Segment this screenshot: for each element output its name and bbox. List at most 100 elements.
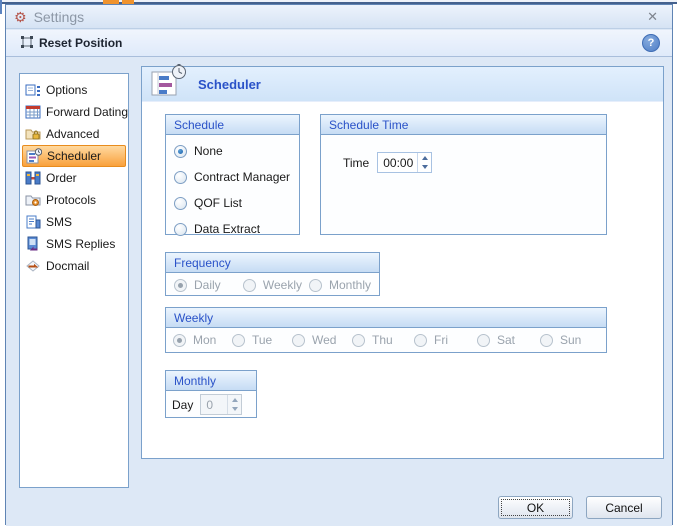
monthly-group: Monthly Day 0	[165, 370, 257, 418]
radio-label: Mon	[193, 333, 216, 347]
help-icon[interactable]: ?	[642, 34, 660, 52]
radio-button	[174, 145, 187, 158]
radio-label: Sat	[497, 333, 515, 347]
radio-label: Weekly	[263, 278, 302, 292]
sidebar-item-label: Scheduler	[47, 149, 101, 163]
background-edge	[0, 0, 2, 14]
radio-button	[292, 334, 305, 347]
time-label: Time	[343, 156, 369, 170]
sidebar-item-order[interactable]: Order	[22, 167, 126, 189]
sidebar-item-sms-replies[interactable]: SMS Replies	[22, 233, 126, 255]
radio-label: Daily	[194, 278, 221, 292]
schedule-group-header: Schedule	[166, 115, 299, 135]
scheduler-icon	[26, 148, 42, 164]
day-label: Day	[172, 398, 193, 412]
radio-label: Contract Manager	[194, 170, 290, 184]
frequency-group: Frequency Daily Weekly Monthly	[165, 252, 380, 296]
sidebar-item-label: Protocols	[46, 193, 96, 207]
sidebar-item-sms[interactable]: SMS	[22, 211, 126, 233]
settings-gear-icon: ⚙	[14, 10, 27, 24]
sms-replies-icon	[25, 236, 41, 252]
sidebar-item-advanced[interactable]: Advanced	[22, 123, 126, 145]
frequency-group-header: Frequency	[166, 253, 379, 273]
window-title: Settings	[34, 9, 642, 25]
settings-dialog: ⚙ Settings ✕ Reset Position ?	[5, 4, 673, 525]
scheduler-header-icon	[150, 64, 188, 101]
radio-label: Thu	[372, 333, 393, 347]
panel-title: Scheduler	[198, 77, 261, 92]
day-spin-up	[228, 395, 241, 405]
time-spin-up[interactable]	[418, 153, 431, 163]
sidebar-item-docmail[interactable]: Docmail	[22, 255, 126, 277]
sidebar-item-options[interactable]: Options	[22, 79, 126, 101]
close-icon[interactable]: ✕	[641, 9, 664, 25]
sms-icon	[25, 214, 41, 230]
radio-daily[interactable]: Daily	[174, 278, 243, 292]
day-value: 0	[201, 395, 227, 414]
day-spinner: 0	[200, 394, 242, 415]
radio-button	[174, 171, 187, 184]
radio-fri[interactable]: Fri	[414, 333, 448, 347]
radio-button	[540, 334, 553, 347]
radio-button	[173, 334, 186, 347]
sidebar-item-protocols[interactable]: Protocols	[22, 189, 126, 211]
radio-label: Fri	[434, 333, 448, 347]
radio-label: Data Extract	[194, 222, 260, 236]
monthly-group-header: Monthly	[166, 371, 256, 391]
radio-thu[interactable]: Thu	[352, 333, 393, 347]
radio-button	[174, 223, 187, 236]
radio-button	[174, 279, 187, 292]
radio-qof-list[interactable]: QOF List	[174, 196, 291, 210]
cancel-button[interactable]: Cancel	[586, 496, 662, 519]
sidebar: Options Forward Dating	[19, 73, 129, 488]
sidebar-item-label: Advanced	[46, 127, 99, 141]
radio-sat[interactable]: Sat	[477, 333, 515, 347]
radio-wed[interactable]: Wed	[292, 333, 336, 347]
panel-header: Scheduler	[142, 67, 663, 102]
title-bar: ⚙ Settings ✕	[6, 5, 672, 29]
sidebar-item-label: Docmail	[46, 259, 89, 273]
schedule-time-group: Schedule Time Time 00:00	[320, 114, 607, 235]
ok-button[interactable]: OK	[498, 496, 573, 519]
radio-monthly[interactable]: Monthly	[309, 278, 371, 292]
weekly-group-header: Weekly	[166, 308, 606, 328]
scheduler-panel: Scheduler Schedule None Contract Manager	[141, 66, 664, 459]
radio-label: Tue	[252, 333, 272, 347]
radio-label: Wed	[312, 333, 336, 347]
radio-button	[414, 334, 427, 347]
sidebar-item-label: Options	[46, 83, 87, 97]
radio-label: Sun	[560, 333, 581, 347]
radio-button	[174, 197, 187, 210]
time-spinner[interactable]: 00:00	[377, 152, 432, 173]
sidebar-item-label: Forward Dating	[46, 105, 128, 119]
schedule-time-group-header: Schedule Time	[321, 115, 606, 135]
options-icon	[25, 82, 41, 98]
weekly-group: Weekly Mon Tue Wed	[165, 307, 607, 353]
radio-button	[232, 334, 245, 347]
sidebar-item-label: SMS Replies	[46, 237, 115, 251]
folder-gear-icon	[25, 192, 41, 208]
sidebar-item-label: Order	[46, 171, 77, 185]
calendar-icon	[25, 104, 41, 120]
reset-position-label: Reset Position	[39, 36, 122, 50]
radio-data-extract[interactable]: Data Extract	[174, 222, 291, 236]
reset-position-button[interactable]: Reset Position	[14, 33, 128, 54]
radio-label: Monthly	[329, 278, 371, 292]
reset-position-icon	[20, 35, 34, 52]
radio-contract-manager[interactable]: Contract Manager	[174, 170, 291, 184]
time-value[interactable]: 00:00	[378, 153, 417, 172]
radio-weekly[interactable]: Weekly	[243, 278, 309, 292]
toolbar: Reset Position ?	[6, 30, 672, 57]
radio-label: QOF List	[194, 196, 242, 210]
day-spin-down	[228, 405, 241, 415]
folder-lock-icon	[25, 126, 41, 142]
radio-button	[309, 279, 322, 292]
radio-mon[interactable]: Mon	[173, 333, 216, 347]
sidebar-item-forward-dating[interactable]: Forward Dating	[22, 101, 126, 123]
radio-sun[interactable]: Sun	[540, 333, 581, 347]
sidebar-item-scheduler[interactable]: Scheduler	[22, 145, 126, 167]
radio-tue[interactable]: Tue	[232, 333, 272, 347]
time-spin-down[interactable]	[418, 163, 431, 173]
radio-button	[352, 334, 365, 347]
radio-none[interactable]: None	[174, 144, 291, 158]
